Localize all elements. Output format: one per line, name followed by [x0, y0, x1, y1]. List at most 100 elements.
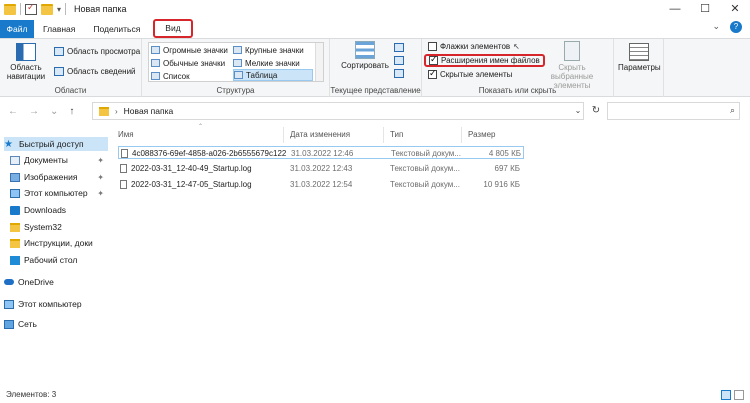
address-dropdown-icon[interactable]: ⌄	[570, 102, 586, 120]
file-extensions-toggle[interactable]: Расширения имен файлов	[424, 54, 545, 67]
options-group: Параметры	[614, 39, 664, 97]
maximize-button[interactable]: ☐	[690, 0, 720, 18]
panes-group-label: Области	[54, 86, 87, 95]
customize-quick-access-icon[interactable]: ▾	[57, 5, 61, 14]
sidebar-item-network[interactable]: Сеть	[4, 317, 108, 331]
layout-list[interactable]: Список	[151, 70, 190, 82]
sidebar-item-this-pc-pinned[interactable]: Этот компьютер ✦	[4, 186, 108, 200]
layout-medium-icons[interactable]: Обычные значки	[151, 57, 225, 69]
column-date[interactable]: Дата изменения	[284, 127, 384, 143]
sidebar-item-pictures[interactable]: Изображения ✦	[4, 170, 108, 184]
navigation-pane-button[interactable]: Область навигации	[4, 43, 48, 81]
hide-selected-icon	[564, 41, 580, 61]
file-extensions-label: Расширения имен файлов	[441, 56, 540, 65]
tab-share[interactable]: Поделиться	[84, 20, 149, 38]
search-icon: ⌕	[729, 105, 735, 115]
column-name[interactable]: Имя	[112, 127, 284, 143]
options-button[interactable]: Параметры	[618, 43, 661, 72]
sidebar-item-documents[interactable]: Документы ✦	[4, 153, 108, 167]
item-checkboxes-toggle[interactable]: Флажки элементов ↖	[428, 42, 520, 51]
divider	[65, 3, 67, 15]
layout-extra-large-icons[interactable]: Огромные значки	[151, 44, 228, 56]
column-type[interactable]: Тип	[384, 127, 462, 143]
address-bar[interactable]: › Новая папка	[92, 102, 584, 120]
forward-arrow-icon[interactable]: →	[29, 106, 39, 117]
close-button[interactable]: ✕	[720, 0, 750, 18]
new-folder-icon[interactable]	[41, 3, 53, 15]
layout-details[interactable]: Таблица	[233, 69, 313, 81]
tab-home[interactable]: Главная	[34, 20, 84, 38]
file-extensions-checkbox[interactable]	[429, 54, 438, 65]
address-path[interactable]: Новая папка	[124, 106, 174, 116]
column-headers: ⌃ Имя Дата изменения Тип Размер	[112, 124, 532, 143]
pin-icon[interactable]: ✦	[97, 156, 104, 165]
minimize-button[interactable]: —	[660, 0, 690, 18]
hide-selected-button[interactable]: Скрыть выбранные элементы	[540, 41, 604, 90]
file-list: ⌃ Имя Дата изменения Тип Размер 4c088376…	[112, 124, 750, 354]
layout-gallery: Огромные значки Крупные значки Обычные з…	[148, 42, 324, 82]
up-arrow-icon[interactable]: ↑	[69, 106, 74, 117]
desktop-icon	[10, 255, 20, 265]
chevron-down-icon[interactable]: ⌄	[712, 21, 720, 33]
file-date: 31.03.2022 12:54	[290, 180, 353, 189]
size-columns-icon	[394, 69, 404, 78]
back-arrow-icon[interactable]: ←	[8, 106, 18, 117]
sidebar-item-system32[interactable]: System32	[4, 220, 108, 234]
pin-icon[interactable]: ✦	[97, 189, 104, 198]
sort-button[interactable]: Сортировать	[338, 41, 392, 70]
text-file-icon	[120, 180, 127, 190]
extra-large-icons-icon	[151, 46, 160, 54]
size-columns-button[interactable]	[394, 69, 404, 78]
layout-item-label: Крупные значки	[245, 45, 304, 55]
sort-icon	[355, 41, 375, 59]
tab-view[interactable]: Вид	[153, 19, 193, 38]
sort-label: Сортировать	[341, 61, 389, 70]
sidebar-item-quick-access[interactable]: ★ Быстрый доступ	[4, 137, 108, 151]
recent-locations-icon[interactable]: ⌄	[50, 106, 58, 117]
show-hide-group: Флажки элементов ↖ Расширения имен файло…	[422, 39, 614, 97]
column-size[interactable]: Размер	[462, 127, 518, 143]
details-icon	[234, 71, 243, 79]
layout-large-icons[interactable]: Крупные значки	[233, 44, 304, 56]
table-row[interactable]: 2022-03-31_12-47-05_Startup.log 31.03.20…	[118, 178, 524, 191]
add-columns-button[interactable]	[394, 56, 404, 65]
pin-icon[interactable]: ✦	[97, 173, 104, 182]
window-controls: — ☐ ✕	[660, 0, 750, 18]
file-size: 697 КБ	[494, 164, 520, 173]
hidden-items-toggle[interactable]: Скрытые элементы	[428, 68, 513, 79]
properties-icon[interactable]	[25, 2, 37, 15]
preview-pane-button[interactable]: Область просмотра	[54, 47, 140, 56]
sidebar-item-downloads[interactable]: Downloads	[4, 203, 108, 217]
folder-icon	[4, 3, 16, 15]
sidebar-item-instructions[interactable]: Инструкции, доки	[4, 236, 108, 250]
options-icon	[629, 43, 649, 61]
details-pane-button[interactable]: Область сведений	[54, 67, 136, 76]
details-view-icon[interactable]	[721, 390, 731, 400]
sidebar-item-onedrive[interactable]: OneDrive	[4, 275, 108, 289]
quick-access-toolbar: ▾	[0, 2, 67, 15]
sidebar-item-label: Инструкции, доки	[24, 238, 93, 248]
large-icons-view-icon[interactable]	[734, 390, 744, 400]
hidden-items-checkbox[interactable]	[428, 68, 437, 79]
layout-small-icons[interactable]: Мелкие значки	[233, 57, 300, 69]
item-checkboxes-checkbox[interactable]	[428, 42, 437, 51]
layout-gallery-scroll[interactable]	[315, 43, 323, 81]
refresh-icon[interactable]: ↻	[588, 102, 604, 120]
layout-item-label: Мелкие значки	[245, 58, 300, 68]
file-name-cell: 4c088376-69ef-4858-a026-2b6555679c122...	[121, 147, 287, 160]
table-row[interactable]: 4c088376-69ef-4858-a026-2b6555679c122...…	[118, 146, 524, 159]
sidebar-item-this-pc[interactable]: Этот компьютер	[4, 297, 108, 311]
divider	[20, 3, 21, 15]
options-label: Параметры	[618, 63, 661, 72]
sidebar-item-label: Сеть	[18, 319, 37, 329]
tab-file[interactable]: Файл	[0, 20, 34, 38]
help-icon[interactable]: ?	[730, 21, 742, 33]
search-input[interactable]: ⌕	[607, 102, 740, 120]
file-date: 31.03.2022 12:43	[290, 164, 353, 173]
group-by-button[interactable]	[394, 43, 404, 52]
view-toggles	[721, 390, 744, 400]
hidden-items-label: Скрытые элементы	[440, 70, 513, 79]
table-row[interactable]: 2022-03-31_12-40-49_Startup.log 31.03.20…	[118, 162, 524, 175]
chevron-right-icon[interactable]: ›	[115, 107, 118, 116]
sidebar-item-desktop[interactable]: Рабочий стол	[4, 253, 108, 267]
